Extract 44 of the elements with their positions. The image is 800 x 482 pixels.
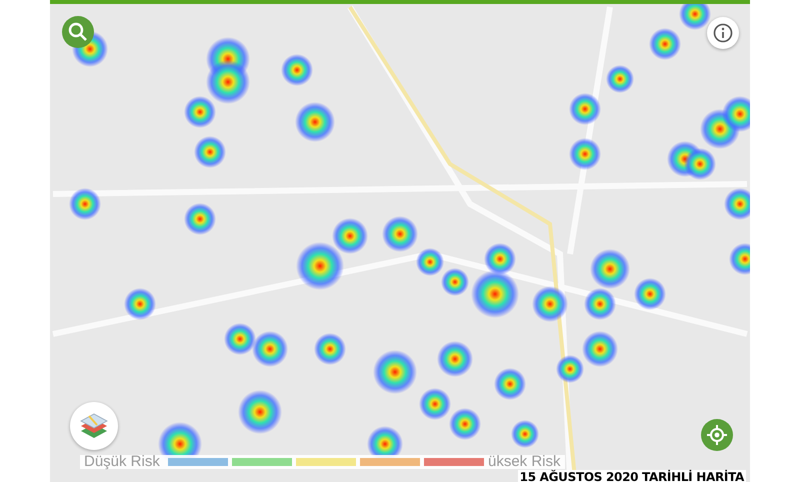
- heat-spot: [634, 278, 666, 310]
- crosshair-icon: [707, 425, 727, 445]
- heat-spot: [296, 242, 344, 290]
- heat-spot: [314, 333, 346, 365]
- heat-spot: [281, 54, 313, 86]
- heat-spot: [373, 350, 417, 394]
- heat-spot: [69, 188, 101, 220]
- heat-spot: [679, 4, 711, 30]
- heat-spot: [449, 408, 481, 440]
- heat-spot: [606, 65, 634, 93]
- heat-spot: [582, 331, 618, 367]
- heat-spot: [569, 93, 601, 125]
- heat-spot: [684, 148, 716, 180]
- heat-spot: [332, 218, 368, 254]
- heat-spot: [416, 248, 444, 276]
- heat-spot: [556, 355, 584, 383]
- heat-spot: [184, 96, 216, 128]
- heat-spot: [382, 216, 418, 252]
- heat-spot: [590, 249, 630, 289]
- heat-spot: [238, 390, 282, 434]
- heat-spot: [441, 268, 469, 296]
- heat-spot: [224, 323, 256, 355]
- heat-spot: [206, 60, 250, 104]
- heat-spot: [252, 331, 288, 367]
- heat-spot: [124, 288, 156, 320]
- heat-spot: [569, 138, 601, 170]
- info-icon: [713, 23, 733, 43]
- heat-spot: [511, 420, 539, 448]
- search-icon: [68, 22, 88, 42]
- heat-spot: [184, 203, 216, 235]
- heat-spot: [729, 243, 750, 275]
- heat-spot: [724, 188, 750, 220]
- heat-spot: [532, 286, 568, 322]
- heat-spot: [419, 388, 451, 420]
- heat-spot: [649, 28, 681, 60]
- map-date-caption: 15 AĞUSTOS 2020 TARİHLİ HARİTA: [518, 470, 746, 482]
- heat-spot: [494, 368, 526, 400]
- heat-spot: [584, 288, 616, 320]
- heat-spot: [437, 341, 473, 377]
- heat-spot: [194, 136, 226, 168]
- heat-spot: [722, 96, 750, 132]
- legend-high-label: üksek Risk: [488, 455, 561, 469]
- heat-spot: [295, 102, 335, 142]
- legend-low-label: Düşük Risk: [84, 455, 161, 469]
